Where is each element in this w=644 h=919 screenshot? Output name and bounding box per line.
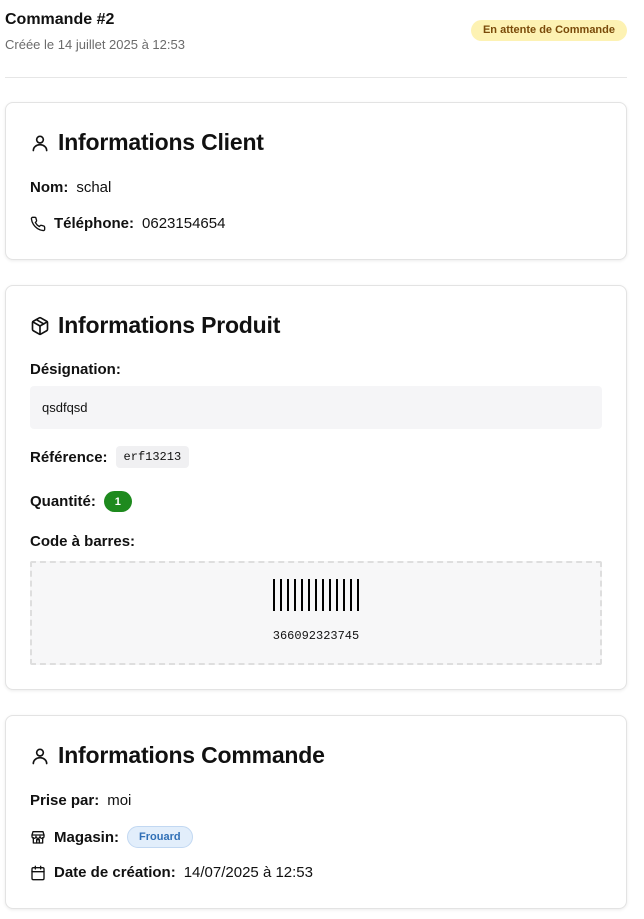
user-icon	[30, 133, 50, 153]
order-card-header: Informations Commande	[30, 742, 325, 769]
barcode-bar	[273, 579, 275, 611]
client-card-header: Informations Client	[30, 129, 264, 156]
barcode-graphic	[32, 579, 600, 611]
store-icon	[30, 829, 46, 845]
name-label: Nom:	[30, 179, 69, 196]
barcode-number: 366092323745	[272, 629, 360, 643]
designation-label-row: Désignation:	[30, 361, 121, 378]
phone-icon	[30, 216, 46, 232]
taken-by-label: Prise par:	[30, 792, 100, 809]
created-date-label: Date de création:	[54, 864, 176, 881]
calendar-icon	[30, 865, 46, 881]
designation-value: qsdfqsd	[30, 386, 602, 429]
phone-value: 0623154654	[142, 215, 226, 232]
card-title: Informations Produit	[58, 312, 281, 338]
client-name-row: Nom: schal	[30, 179, 111, 196]
store-row: Magasin: Frouard	[30, 826, 193, 848]
product-card-header: Informations Produit	[30, 312, 280, 339]
barcode-bar	[294, 579, 296, 611]
barcode-bar	[329, 579, 331, 611]
designation-label: Désignation:	[30, 361, 121, 378]
barcode-bar	[315, 579, 317, 611]
barcode-bar	[322, 579, 324, 611]
reference-row: Référence: erf13213	[30, 446, 190, 468]
client-phone-row: Téléphone: 0623154654	[30, 215, 225, 232]
barcode-bar	[287, 579, 289, 611]
status-badge: En attente de Commande	[470, 20, 627, 41]
client-info-card: Informations Client Nom: schal Téléphone…	[5, 102, 627, 260]
created-date-row: Date de création: 14/07/2025 à 12:53	[30, 864, 313, 881]
phone-label: Téléphone:	[54, 215, 135, 232]
name-value: schal	[76, 179, 112, 196]
taken-by-value: moi	[107, 792, 132, 809]
reference-value: erf13213	[115, 446, 190, 468]
quantity-row: Quantité: 1	[30, 491, 132, 512]
card-title: Informations Client	[58, 129, 264, 155]
card-title: Informations Commande	[58, 742, 325, 768]
store-label: Magasin:	[54, 828, 120, 846]
user-icon	[30, 746, 50, 766]
package-icon	[30, 316, 50, 336]
order-header: Commande #2 Créée le 14 juillet 2025 à 1…	[5, 0, 627, 78]
barcode-label: Code à barres:	[30, 533, 136, 550]
store-badge: Frouard	[127, 826, 193, 848]
quantity-label: Quantité:	[30, 493, 96, 510]
barcode-bar	[301, 579, 303, 611]
barcode-bar	[350, 579, 352, 611]
product-info-card: Informations Produit Désignation: qsdfqs…	[5, 285, 627, 690]
reference-label: Référence:	[30, 448, 108, 466]
page-title: Commande #2	[5, 11, 115, 28]
created-date-value: 14/07/2025 à 12:53	[183, 864, 313, 881]
order-info-card: Informations Commande Prise par: moi Mag…	[5, 715, 627, 909]
barcode-bar	[280, 579, 282, 611]
taken-by-row: Prise par: moi	[30, 792, 131, 809]
barcode-bar	[308, 579, 310, 611]
barcode-bar	[357, 579, 359, 611]
barcode-box: 366092323745	[30, 561, 602, 665]
barcode-label-row: Code à barres:	[30, 533, 135, 550]
barcode-bar	[336, 579, 338, 611]
barcode-bar	[343, 579, 345, 611]
created-subtitle: Créée le 14 juillet 2025 à 12:53	[5, 37, 185, 52]
quantity-badge: 1	[103, 491, 132, 512]
